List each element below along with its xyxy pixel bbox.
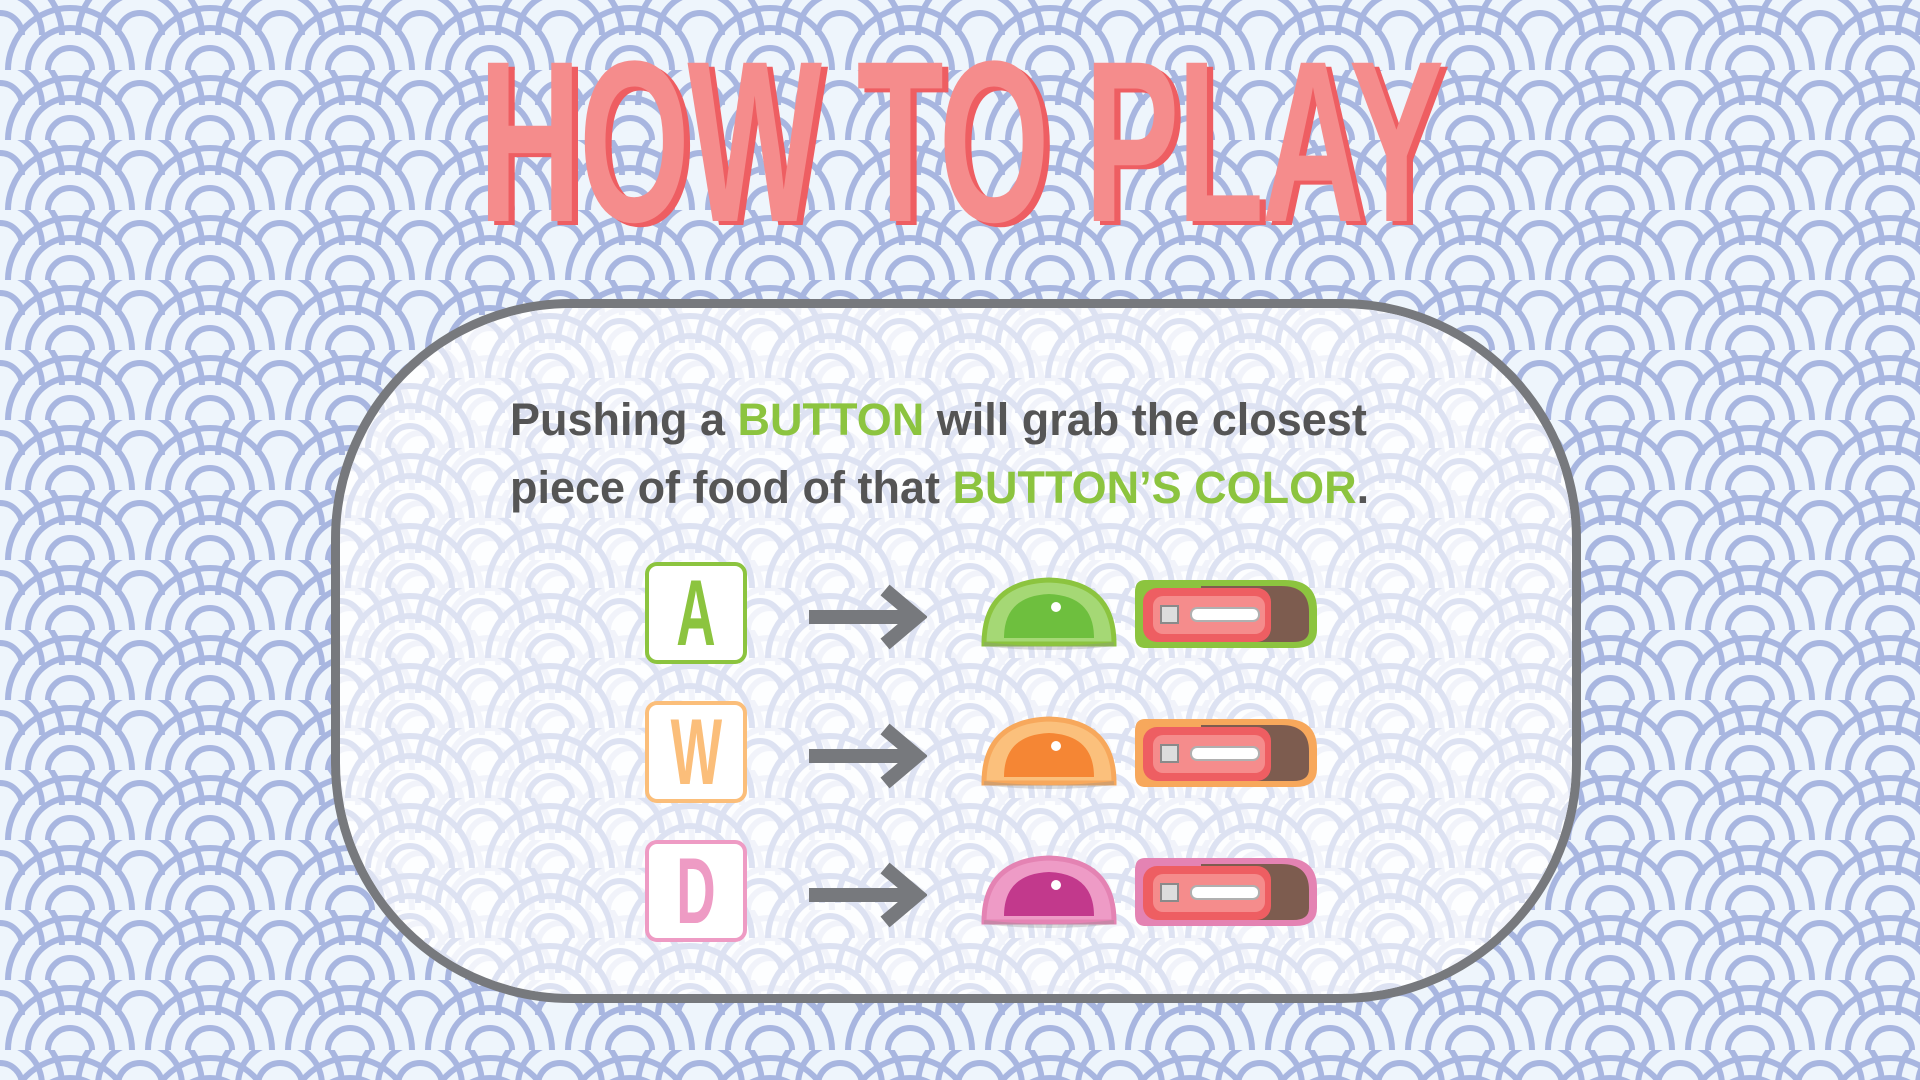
mochi-icon [981, 716, 1117, 789]
key-w-button[interactable]: W [645, 701, 747, 803]
control-row-w: W [645, 701, 1345, 811]
mochi-icon [981, 855, 1117, 928]
instructions-line1-post: will grab the closest [924, 394, 1367, 445]
key-a-letter: A [676, 560, 716, 665]
key-w-letter: W [670, 699, 722, 804]
control-row-a: A [645, 562, 1345, 672]
instructions-text: Pushing a BUTTON will grab the closest pi… [510, 386, 1470, 522]
instructions-line2-highlight: BUTTON’S COLOR [952, 462, 1357, 513]
mochi-icon [981, 577, 1117, 650]
instructions-line1-pre: Pushing a [510, 394, 738, 445]
instructions-line1-highlight: BUTTON [737, 394, 925, 445]
instructions-line2-pre: piece of food of that [510, 462, 953, 513]
nigiri-sushi-icon [1135, 580, 1317, 648]
key-d-letter: D [676, 838, 716, 943]
key-a-button[interactable]: A [645, 562, 747, 664]
right-arrow-icon [809, 862, 927, 928]
nigiri-sushi-icon [1135, 719, 1317, 787]
control-row-d: D [645, 840, 1345, 950]
page-title: HOW TO PLAY [478, 13, 1444, 270]
right-arrow-icon [809, 723, 927, 789]
nigiri-sushi-icon [1135, 858, 1317, 926]
key-d-button[interactable]: D [645, 840, 747, 942]
right-arrow-icon [809, 584, 927, 650]
instructions-panel: Pushing a BUTTON will grab the closest pi… [331, 299, 1581, 1003]
instructions-line2-post: . [1356, 462, 1370, 513]
